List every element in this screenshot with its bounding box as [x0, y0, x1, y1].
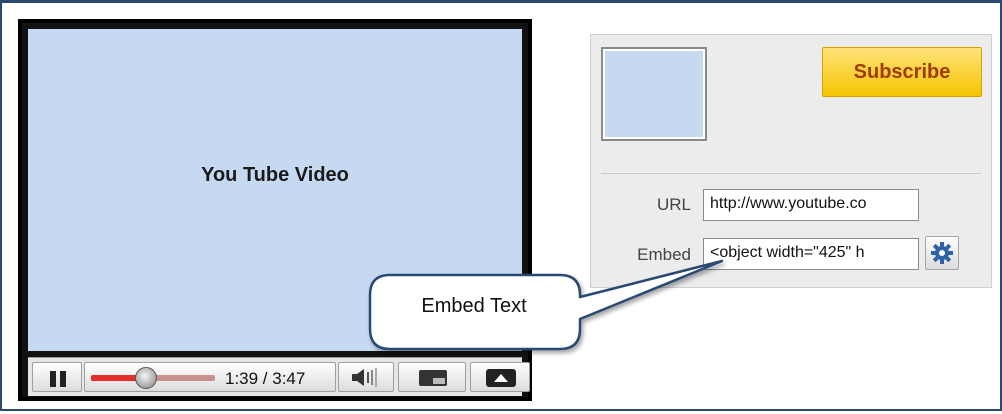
fullscreen-button[interactable]	[470, 362, 530, 392]
channel-thumbnail[interactable]	[601, 47, 707, 141]
channel-panel: Subscribe URL http://www.youtube.co Embe…	[590, 34, 992, 288]
volume-icon	[352, 368, 377, 387]
subscribe-button[interactable]: Subscribe	[822, 47, 982, 97]
url-label: URL	[656, 195, 691, 214]
player-controls: 1:39 / 3:47	[28, 357, 530, 396]
expand-icon	[419, 370, 447, 386]
expand-button[interactable]	[398, 362, 466, 392]
seek-bar: 1:39 / 3:47	[84, 362, 336, 392]
progress-track[interactable]	[91, 367, 215, 389]
seek-handle[interactable]	[135, 367, 157, 389]
fullscreen-icon	[486, 369, 516, 387]
video-title: You Tube Video	[201, 164, 349, 186]
divider	[601, 173, 981, 174]
volume-button[interactable]	[338, 362, 394, 392]
embed-settings-button[interactable]	[925, 236, 959, 270]
gear-icon	[931, 242, 953, 264]
url-field[interactable]: http://www.youtube.co	[703, 189, 919, 221]
video-player: You Tube Video 1:39 / 3:47	[18, 19, 532, 401]
pause-button[interactable]	[32, 362, 82, 392]
app-window: You Tube Video 1:39 / 3:47 Subscribe URL…	[0, 0, 1002, 411]
embed-field[interactable]: <object width="425" h	[703, 238, 919, 270]
time-display: 1:39 / 3:47	[225, 369, 306, 388]
callout-label: Embed Text	[421, 295, 527, 317]
embed-label: Embed	[637, 245, 691, 264]
